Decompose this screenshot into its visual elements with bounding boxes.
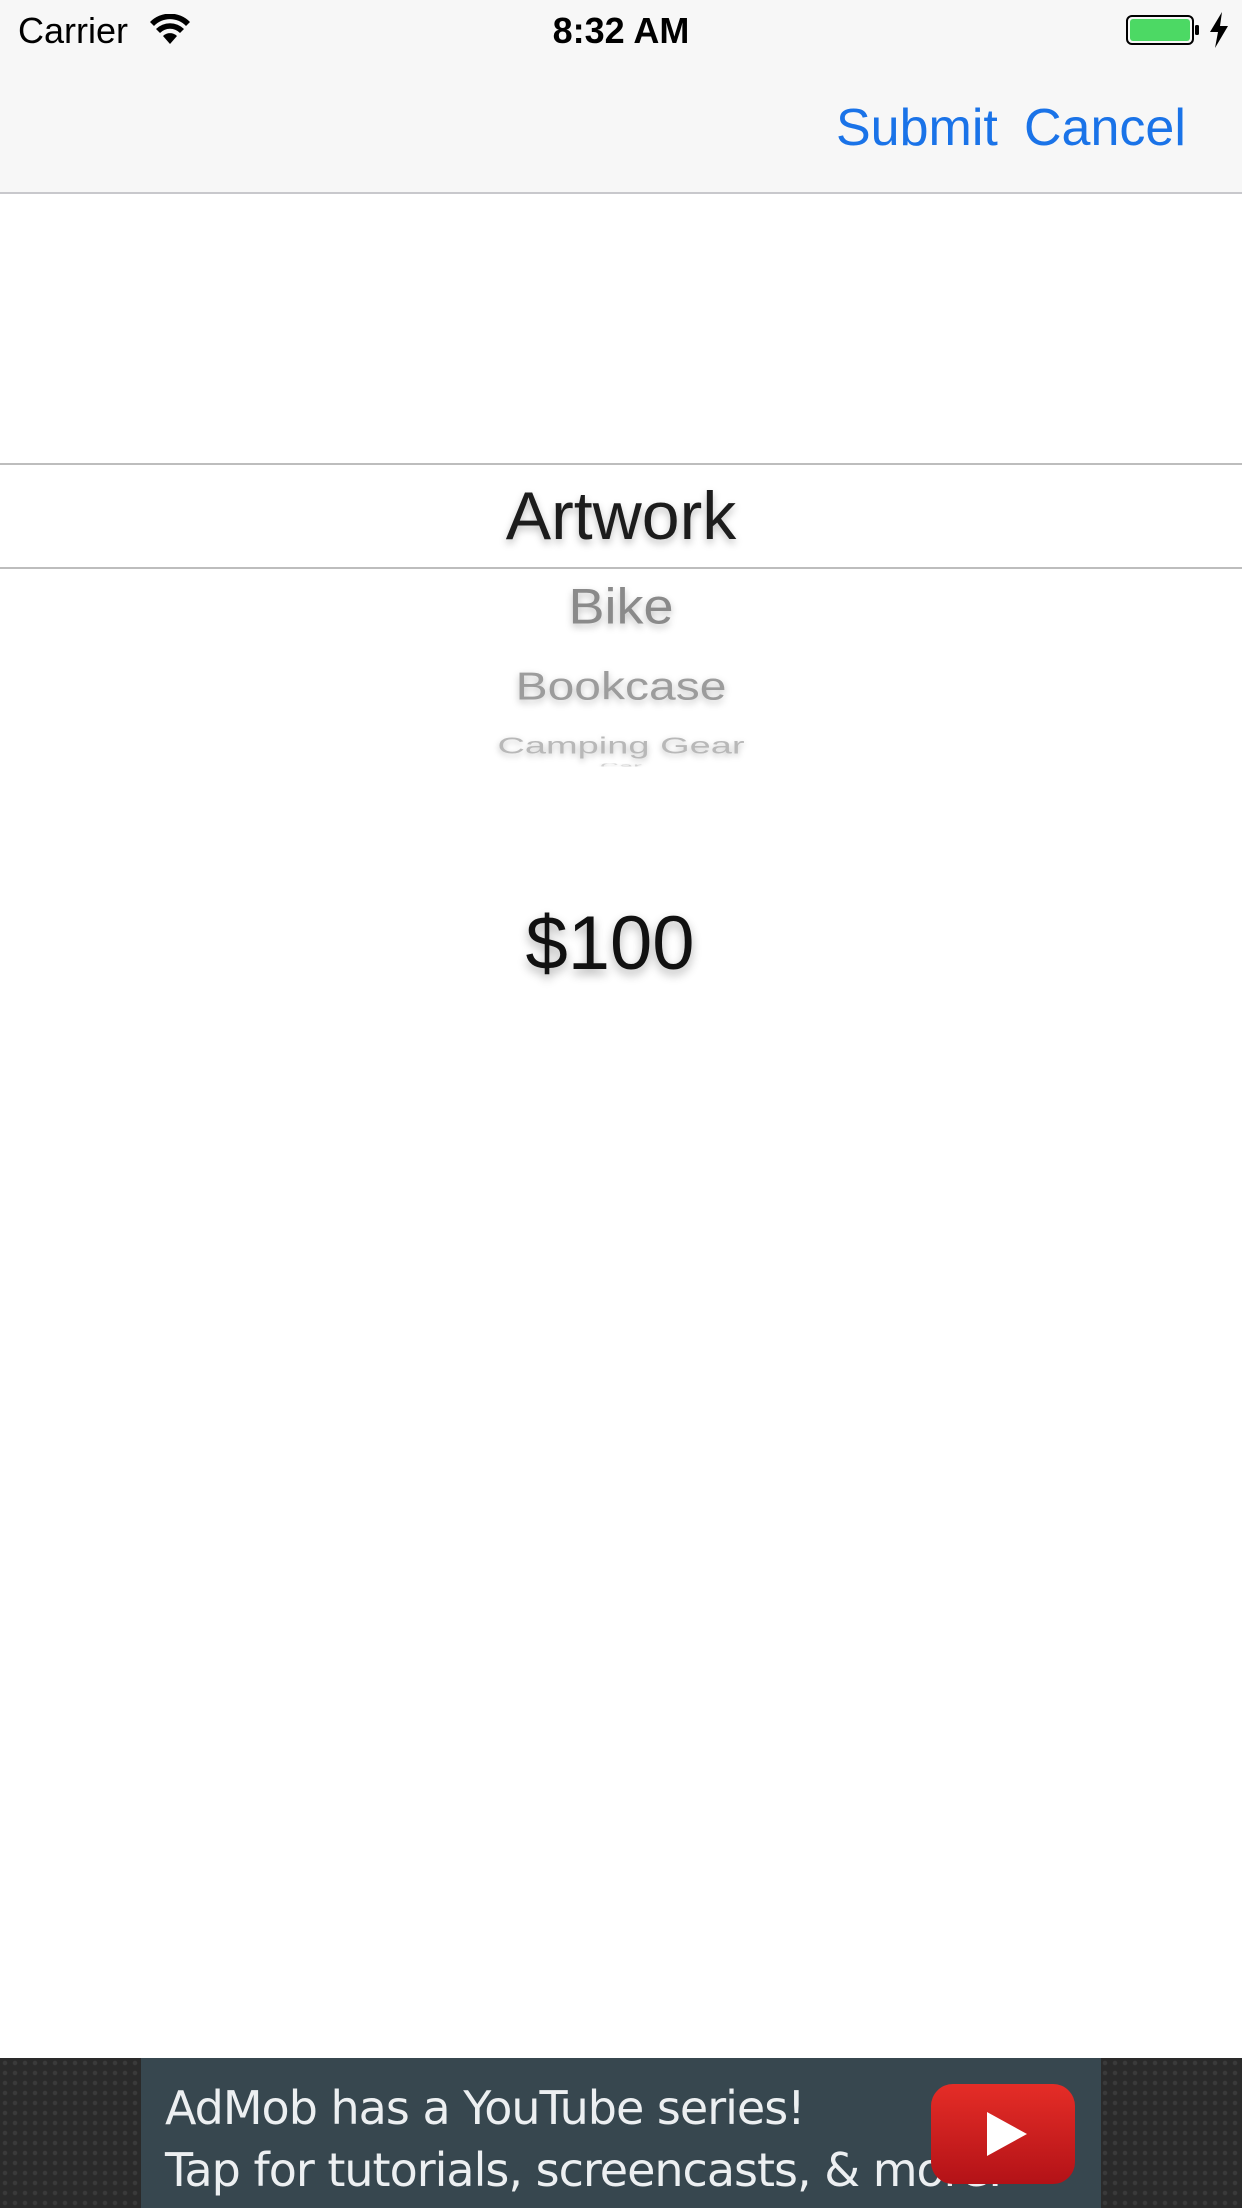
clock: 8:32 AM xyxy=(552,10,690,51)
cancel-button[interactable]: Cancel xyxy=(1024,98,1186,158)
charging-bolt-icon xyxy=(1210,12,1228,48)
picker-selection-top-line xyxy=(0,463,1242,465)
picker-item[interactable]: Bike xyxy=(0,578,1242,635)
ad-area: AdMob has a YouTube series! Tap for tuto… xyxy=(0,2058,1242,2208)
picker-item[interactable]: Camping Gear xyxy=(0,732,1242,759)
category-picker[interactable]: Artwork Bike Bookcase Camping Gear Car xyxy=(0,194,1242,794)
price-label: $100 xyxy=(525,901,695,986)
status-bar: Carrier 8:32 AM xyxy=(0,0,1242,62)
submit-button[interactable]: Submit xyxy=(836,98,998,158)
navigation-bar: Submit Cancel xyxy=(0,62,1242,194)
ad-banner[interactable]: AdMob has a YouTube series! Tap for tuto… xyxy=(141,2058,1101,2208)
picker-item[interactable]: Bookcase xyxy=(0,665,1242,709)
ad-subline: Tap for tutorials, screencasts, & more. xyxy=(165,2143,1002,2197)
ad-headline: AdMob has a YouTube series! xyxy=(165,2081,806,2135)
picker-item[interactable]: Car xyxy=(0,764,1242,767)
picker-selected-item[interactable]: Artwork xyxy=(0,476,1242,556)
youtube-play-icon[interactable] xyxy=(929,2082,1077,2186)
battery-icon xyxy=(1126,15,1199,45)
picker-selection-bottom-line xyxy=(0,567,1242,569)
